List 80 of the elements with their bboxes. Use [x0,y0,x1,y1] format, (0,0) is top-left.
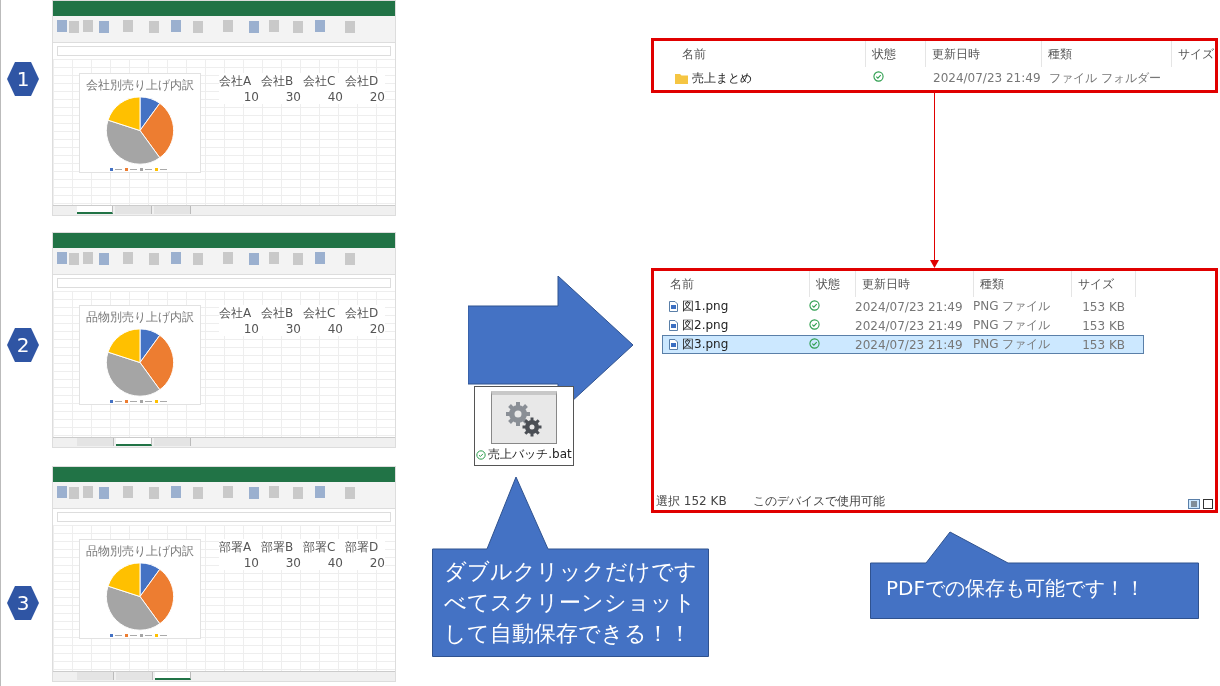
sheet-tab[interactable] [116,438,152,446]
file-name: 図1.png [682,298,729,315]
file-name: 売上まとめ [692,69,752,87]
file-name: 売上バッチ.bat [488,446,572,463]
image-file-icon [669,320,678,331]
file-type: ファイル フォルダー [1048,69,1162,87]
tiles-view-icon[interactable] [1203,499,1213,509]
batch-file-icon-tile[interactable]: 売上バッチ.bat [474,386,574,466]
table-cell-text: 20 [368,90,385,104]
table-cell-text: 会社A [219,73,253,90]
legend-drawing [110,633,170,638]
table-cell-text: 会社D [345,73,380,90]
table-cell-text: 会社D [345,305,380,322]
file-name: 図3.png [682,336,729,353]
modified-date: 2024/07/23 21:49 [932,71,1042,85]
file-row[interactable]: 図2.png 2024/07/23 21:49 PNG ファイル 153 KB [662,316,1144,335]
table-cell-text: 会社A [219,305,253,322]
modified-date: 2024/07/23 21:49 [854,299,964,314]
file-row[interactable]: 図3.png 2024/07/23 21:49 PNG ファイル 153 KB [662,335,1144,354]
table-cell-text: 40 [326,90,343,104]
table-cell-text: 会社C [303,73,337,90]
callout-text: ダブルクリックだけですべてスクリーンショットして自動保存できる！！ [444,558,698,648]
modified-date: 2024/07/23 21:49 [854,318,964,333]
column-header[interactable]: 状態 [810,271,856,297]
column-header[interactable]: 更新日時 [856,271,974,297]
column-header[interactable]: 名前 [664,271,810,297]
chart-title: 会社別売り上げ内訳 [86,77,194,94]
column-header[interactable]: サイズ [1072,271,1136,297]
table-cell-text: 10 [242,322,259,336]
status-text: 選択 152 KB [656,493,727,510]
file-size: 153 KB [1081,299,1126,314]
column-header[interactable]: 状態 [866,41,926,67]
file-name: 図2.png [682,317,729,334]
table-cell-text: 20 [368,556,385,570]
file-type: PNG ファイル [972,317,1052,334]
table-cell-text: 10 [242,90,259,104]
table-cell-text: 30 [284,556,301,570]
chart-title: 品物別売り上げ内訳 [86,543,194,560]
step-number-badge: 2 [7,328,39,362]
legend-drawing [110,399,170,404]
callout-text: PDFでの保存も可能です！！ [886,575,1145,602]
table-cell-text: 部署C [303,539,337,556]
column-header[interactable]: 更新日時 [926,41,1042,67]
file-row[interactable]: 図1.png 2024/07/23 21:49 PNG ファイル 153 KB [662,297,1144,316]
modified-date: 2024/07/23 21:49 [854,337,964,352]
table-cell-text: 40 [326,556,343,570]
table-cell-text: 10 [242,556,259,570]
table-cell-text: 部署B [261,539,295,556]
gears-icon [504,400,544,438]
table-cell-text: 部署A [219,539,253,556]
step-number-badge: 1 [7,62,39,96]
column-header[interactable]: 種類 [974,271,1072,297]
status-text: このデバイスで使用可能 [752,493,885,510]
table-cell-text: 会社B [261,305,295,322]
table-cell-text: 30 [284,90,301,104]
column-header[interactable]: 種類 [1042,41,1172,67]
folder-icon [675,72,688,84]
formula-bar[interactable] [57,46,391,56]
file-size: 153 KB [1081,337,1126,352]
table-cell-text: 20 [368,322,385,336]
file-type: PNG ファイル [972,298,1052,315]
column-header[interactable]: サイズ [1172,41,1220,67]
file-type: PNG ファイル [972,336,1052,353]
formula-bar[interactable] [57,512,391,522]
chart-title: 品物別売り上げ内訳 [86,309,194,326]
file-size: 153 KB [1081,318,1126,333]
legend-drawing [110,167,170,172]
table-cell-text: 会社B [261,73,295,90]
image-file-icon [669,339,678,350]
table-cell-text: 部署D [345,539,380,556]
table-cell-text: 30 [284,322,301,336]
table-cell-text: 40 [326,322,343,336]
file-row[interactable]: 売上まとめ 2024/07/23 21:49 ファイル フォルダー [668,67,1208,89]
step-number-badge: 3 [7,586,39,620]
formula-bar[interactable] [57,278,391,288]
column-header[interactable]: 名前 [676,41,866,67]
sheet-tab[interactable] [155,672,191,680]
table-cell-text: 会社C [303,305,337,322]
image-file-icon [669,301,678,312]
sheet-tab[interactable] [77,206,113,214]
